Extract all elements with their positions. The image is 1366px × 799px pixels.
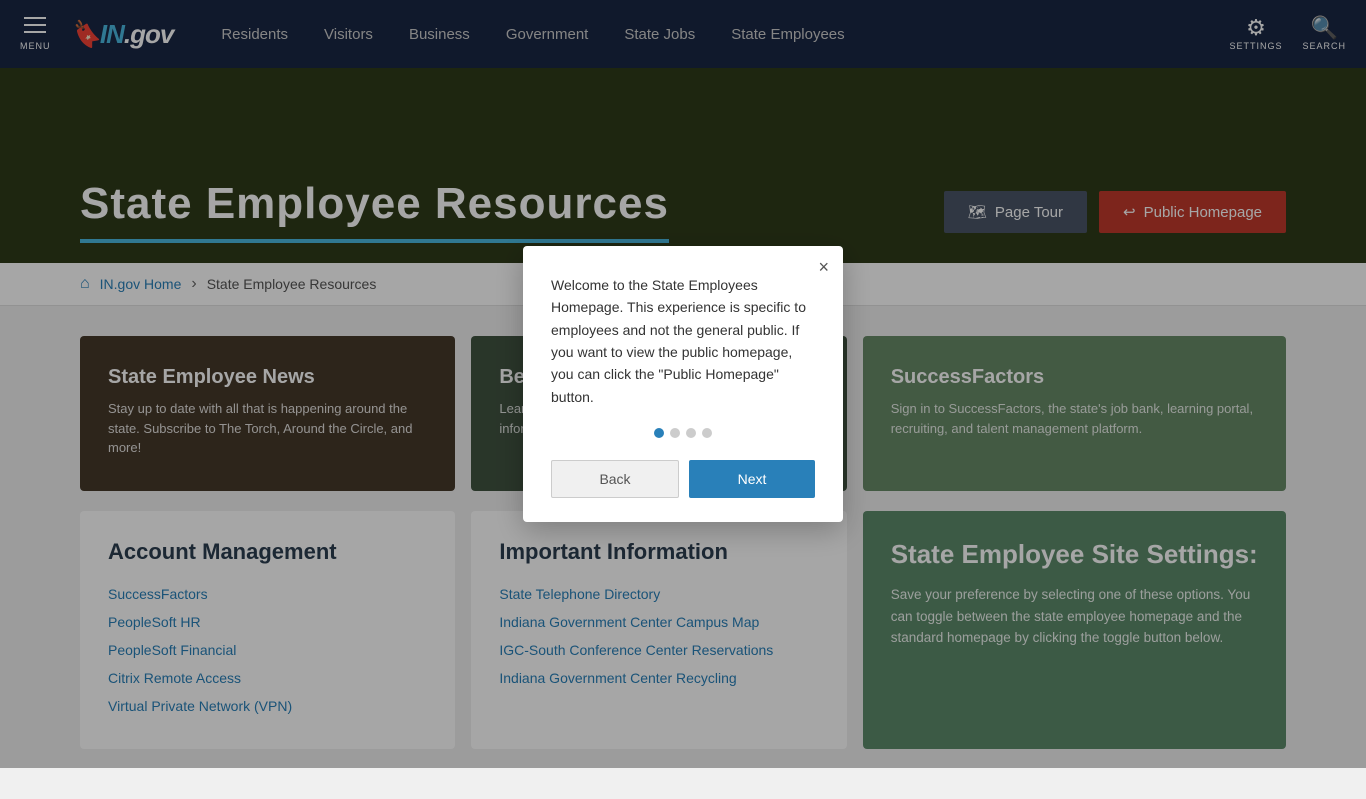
modal-dot-1 — [654, 428, 664, 438]
modal-dot-2 — [670, 428, 680, 438]
modal-footer: Back Next — [551, 460, 815, 498]
modal-next-button[interactable]: Next — [689, 460, 815, 498]
modal-progress-dots — [551, 428, 815, 438]
modal-dot-4 — [702, 428, 712, 438]
welcome-modal: × Welcome to the State Employees Homepag… — [523, 246, 843, 522]
modal-overlay[interactable]: × Welcome to the State Employees Homepag… — [0, 0, 1366, 768]
modal-close-button[interactable]: × — [818, 258, 829, 276]
modal-dot-3 — [686, 428, 696, 438]
modal-back-button[interactable]: Back — [551, 460, 679, 498]
modal-body-text: Welcome to the State Employees Homepage.… — [551, 274, 815, 408]
